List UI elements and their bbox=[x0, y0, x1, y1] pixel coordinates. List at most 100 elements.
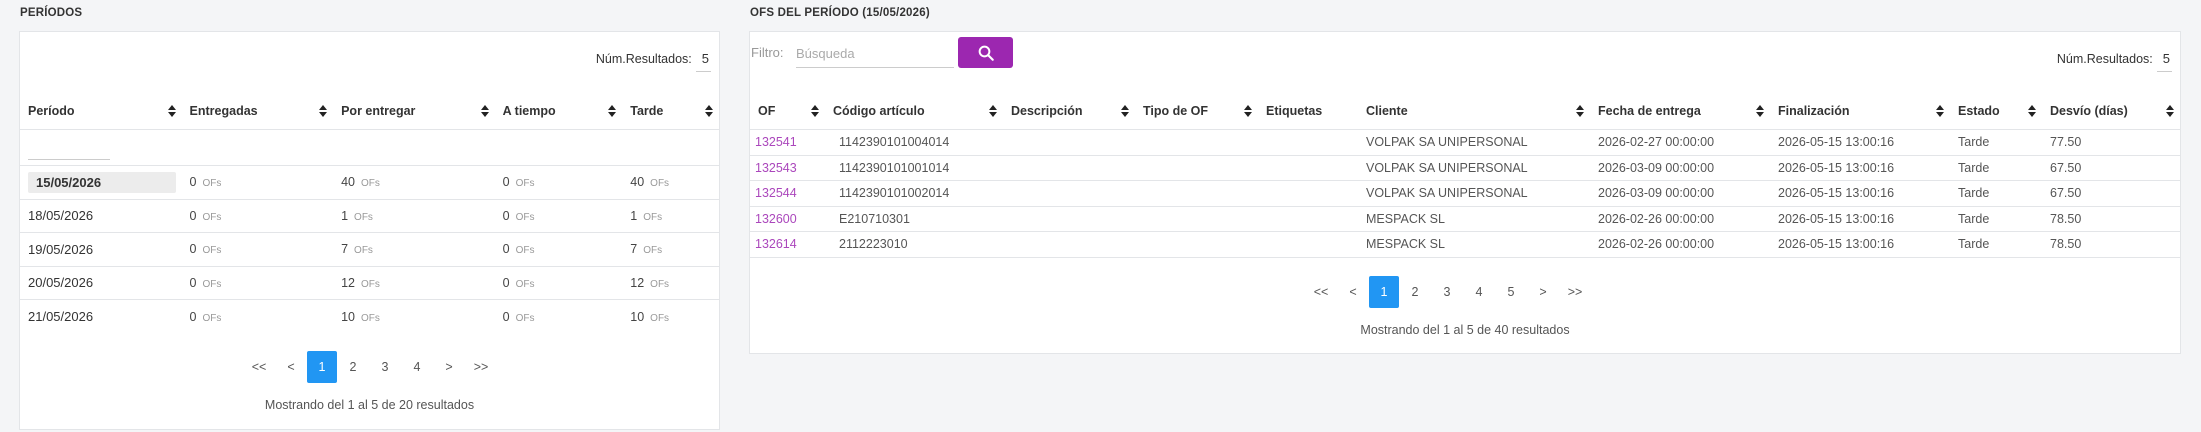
page-button[interactable]: < bbox=[1337, 276, 1369, 308]
sort-icon[interactable] bbox=[480, 104, 489, 117]
page-button[interactable]: >> bbox=[465, 351, 497, 383]
table-row[interactable]: 20/05/2026 0 OFs 12 OFs 0 OFs 12 OFs bbox=[20, 267, 719, 300]
periodos-table-header: Período Entregadas Por entregar A tiempo Tar… bbox=[20, 92, 719, 130]
column-header-0[interactable]: OF bbox=[750, 92, 825, 129]
periodo-cell: 21/05/2026 bbox=[20, 309, 182, 324]
column-header-2[interactable]: Descripción bbox=[1003, 92, 1135, 129]
fecha-entrega-cell: 2026-02-27 00:00:00 bbox=[1598, 135, 1715, 150]
por-entregar-cell: 10 OFs bbox=[333, 310, 495, 324]
estado-cell: Tarde bbox=[1958, 135, 1990, 150]
num-resultados-select[interactable]: 5 bbox=[695, 46, 711, 72]
periodo-date[interactable]: 20/05/2026 bbox=[28, 275, 93, 290]
sort-icon[interactable] bbox=[1121, 104, 1129, 117]
column-header-0[interactable]: Período bbox=[20, 92, 182, 129]
page-button[interactable]: << bbox=[1305, 276, 1337, 308]
page-button[interactable]: 1 bbox=[307, 351, 337, 383]
page-button[interactable]: > bbox=[433, 351, 465, 383]
page-button[interactable]: 2 bbox=[337, 351, 369, 383]
column-header-5[interactable]: Cliente bbox=[1358, 92, 1590, 129]
periodo-cell: 15/05/2026 bbox=[20, 171, 182, 193]
column-header-4[interactable]: Tarde bbox=[622, 92, 719, 129]
column-header-2[interactable]: Por entregar bbox=[333, 92, 495, 129]
periodo-date[interactable]: 15/05/2026 bbox=[28, 171, 176, 193]
column-header-label: Cliente bbox=[1366, 103, 1408, 118]
search-icon bbox=[978, 45, 994, 61]
table-row[interactable]: 132541 1142390101004014 VOLPAK SA UNIPERSO… bbox=[750, 130, 2180, 156]
unit-label: OFs bbox=[202, 178, 222, 190]
periodo-cell: 18/05/2026 bbox=[20, 208, 182, 223]
periodos-title: PERÍODOS bbox=[20, 7, 83, 19]
column-header-1[interactable]: Código artículo bbox=[825, 92, 1003, 129]
sort-icon[interactable] bbox=[2166, 104, 2174, 117]
table-row[interactable]: 15/05/2026 0 OFs 40 OFs 0 OFs 40 OFs bbox=[20, 166, 719, 200]
page-button[interactable]: 3 bbox=[369, 351, 401, 383]
sort-icon[interactable] bbox=[1756, 104, 1764, 117]
num-resultados-select[interactable]: 5 bbox=[2156, 46, 2172, 72]
page-button[interactable]: 2 bbox=[1399, 276, 1431, 308]
sort-icon[interactable] bbox=[811, 104, 819, 117]
sort-icon[interactable] bbox=[705, 104, 713, 117]
column-header-4[interactable]: Etiquetas bbox=[1258, 92, 1358, 129]
sort-icon[interactable] bbox=[1576, 104, 1584, 117]
unit-label: OFs bbox=[650, 312, 670, 324]
left-num-resultados: Núm.Resultados: 5 bbox=[596, 46, 711, 72]
periodo-date[interactable]: 21/05/2026 bbox=[28, 309, 93, 324]
column-header-8[interactable]: Estado bbox=[1950, 92, 2042, 129]
column-header-9[interactable]: Desvío (días) bbox=[2042, 92, 2180, 129]
column-header-3[interactable]: Tipo de OF bbox=[1135, 92, 1258, 129]
of-cell[interactable]: 132541 bbox=[750, 135, 825, 149]
por-entregar-cell: 40 OFs bbox=[333, 175, 495, 189]
cliente-cell: VOLPAK SA UNIPERSONAL bbox=[1366, 160, 1528, 175]
page-button[interactable]: 5 bbox=[1495, 276, 1527, 308]
periodos-summary: Mostrando del 1 al 5 de 20 resultados bbox=[264, 398, 475, 412]
page-button[interactable]: 1 bbox=[1369, 276, 1399, 308]
table-row[interactable]: 132543 1142390101001014 VOLPAK SA UNIPERSO… bbox=[750, 156, 2180, 181]
search-button[interactable] bbox=[958, 37, 1013, 68]
periodo-column-filter[interactable] bbox=[28, 144, 110, 160]
column-header-label: Desvío (días) bbox=[2050, 103, 2128, 118]
unit-label: OFs bbox=[515, 211, 535, 223]
column-header-1[interactable]: Entregadas bbox=[182, 92, 334, 129]
sort-icon[interactable] bbox=[989, 104, 997, 117]
sort-icon[interactable] bbox=[1244, 104, 1252, 117]
page-button[interactable]: 4 bbox=[1463, 276, 1495, 308]
column-header-7[interactable]: Finalización bbox=[1770, 92, 1950, 129]
table-row[interactable]: 132614 2112223010 MESPACK SL 2026-02-26 00:… bbox=[750, 232, 2180, 258]
page-button[interactable]: >> bbox=[1559, 276, 1591, 308]
search-input[interactable] bbox=[796, 40, 954, 68]
table-row[interactable]: 18/05/2026 0 OFs 1 OFs 0 OFs 1 OFs bbox=[20, 200, 719, 233]
unit-label: OFs bbox=[202, 245, 222, 257]
periodo-date[interactable]: 19/05/2026 bbox=[28, 242, 93, 257]
desvio-cell: 78.50 bbox=[2050, 211, 2082, 226]
page-button[interactable]: 4 bbox=[401, 351, 433, 383]
unit-label: OFs bbox=[650, 278, 670, 290]
sort-icon[interactable] bbox=[167, 104, 176, 117]
por-entregar-cell: 7 OFs bbox=[333, 242, 495, 256]
table-row[interactable]: 132544 1142390101002014 VOLPAK SA UNIPERSO… bbox=[750, 181, 2180, 207]
page-button[interactable]: 3 bbox=[1431, 276, 1463, 308]
table-row[interactable]: 19/05/2026 0 OFs 7 OFs 0 OFs 7 OFs bbox=[20, 233, 719, 267]
sort-icon[interactable] bbox=[319, 104, 328, 117]
page-button[interactable]: < bbox=[275, 351, 307, 383]
count-value: 10 bbox=[630, 309, 645, 324]
column-header-3[interactable]: A tiempo bbox=[495, 92, 623, 129]
column-header-6[interactable]: Fecha de entrega bbox=[1590, 92, 1770, 129]
count-value: 0 bbox=[502, 208, 510, 223]
of-cell[interactable]: 132543 bbox=[750, 161, 825, 175]
sort-icon[interactable] bbox=[1936, 104, 1944, 117]
page-button[interactable]: << bbox=[243, 351, 275, 383]
table-row[interactable]: 21/05/2026 0 OFs 10 OFs 0 OFs 10 OFs bbox=[20, 300, 719, 334]
codigo-articulo-cell: E210710301 bbox=[839, 211, 910, 226]
sort-icon[interactable] bbox=[2028, 104, 2036, 117]
sort-icon[interactable] bbox=[608, 104, 617, 117]
count-value: 0 bbox=[189, 208, 197, 223]
page-button[interactable]: > bbox=[1527, 276, 1559, 308]
of-cell[interactable]: 132600 bbox=[750, 212, 825, 226]
table-row[interactable]: 132600 E210710301 MESPACK SL 2026-02-26 00:… bbox=[750, 207, 2180, 232]
of-cell[interactable]: 132614 bbox=[750, 237, 825, 251]
codigo-articulo-cell: 1142390101002014 bbox=[839, 186, 950, 201]
ofs-table-header: OF Código artículo Descripción Tipo de OF Et… bbox=[750, 92, 2180, 130]
of-cell[interactable]: 132544 bbox=[750, 186, 825, 200]
periodo-date[interactable]: 18/05/2026 bbox=[28, 208, 93, 223]
column-header-label: Tarde bbox=[630, 103, 664, 118]
